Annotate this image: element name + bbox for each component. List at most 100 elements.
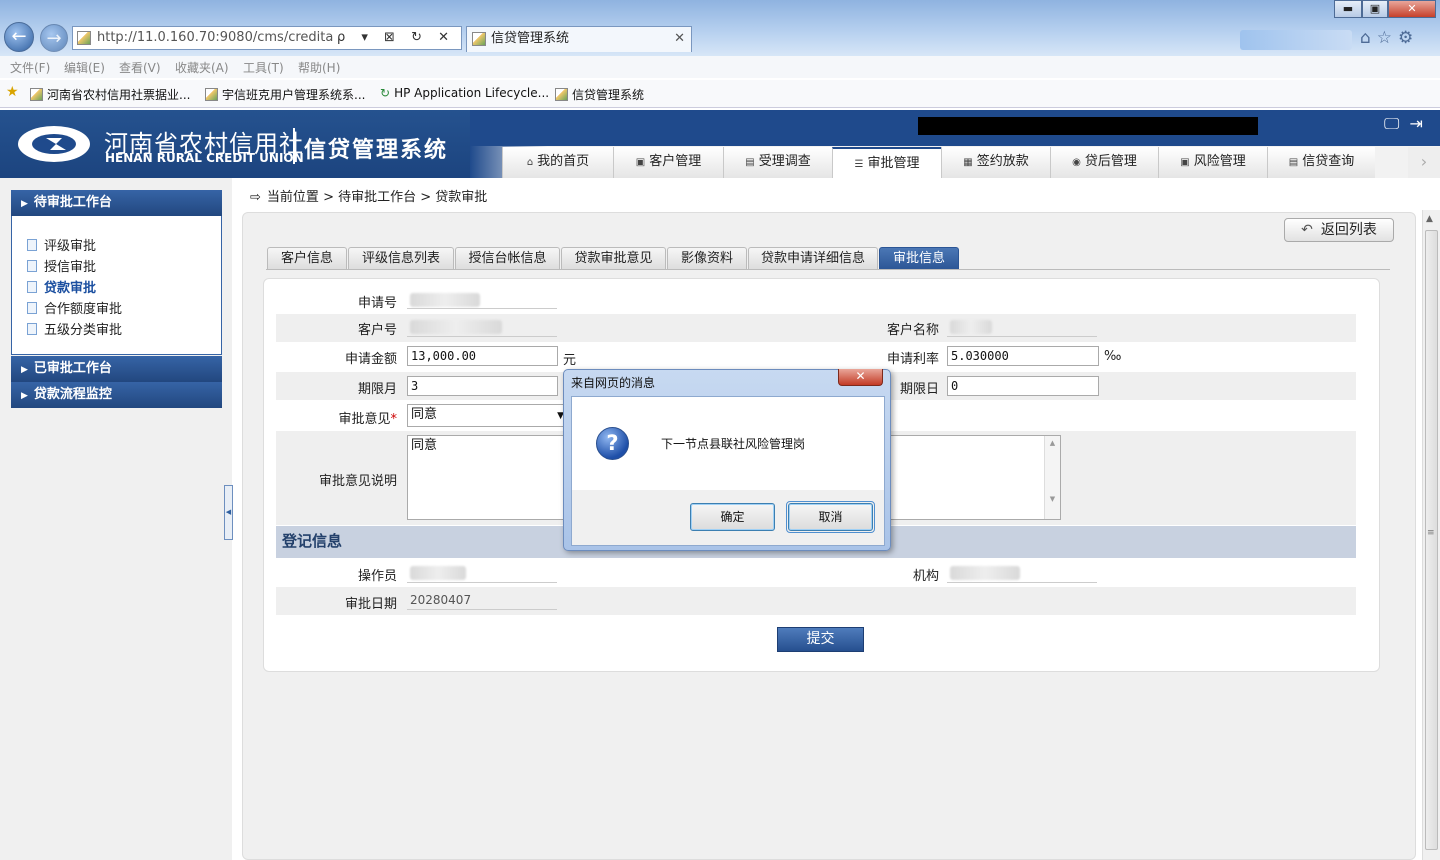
field-underline	[407, 336, 557, 337]
scroll-up-icon[interactable]: ▲	[1426, 214, 1433, 224]
menu-tools[interactable]: 工具(T)	[243, 59, 284, 76]
blurred-value	[410, 293, 480, 307]
browser-tab[interactable]: 信贷管理系统 ✕	[466, 26, 692, 52]
sidebar-group-label: 贷款流程监控	[33, 387, 112, 402]
gear-icon[interactable]: ⚙	[1398, 28, 1419, 48]
approval-date-value: 20280407	[410, 593, 472, 607]
sidebar-group-monitor[interactable]: ▶ 贷款流程监控	[11, 382, 222, 408]
rate-unit: ‰	[1104, 349, 1122, 364]
favorite-label: 河南省农村信用社票据业...	[47, 88, 191, 102]
amount-input[interactable]: 13,000.00	[407, 346, 558, 366]
textarea-scrollbar[interactable]: ▲ ▼	[1044, 436, 1060, 519]
scrollbar-thumb[interactable]	[1425, 230, 1438, 850]
back-to-list-button[interactable]: ↶ 返回列表	[1284, 218, 1394, 242]
sidebar-collapse-handle[interactable]: ◀	[224, 485, 233, 540]
sidebar-item-loan[interactable]: 贷款审批	[27, 277, 96, 296]
nav-risk[interactable]: ▣ 风险管理	[1158, 147, 1267, 178]
sidebar-item-rating[interactable]: 评级审批	[27, 235, 96, 254]
nav-label: 审批管理	[867, 156, 920, 171]
menu-favorites[interactable]: 收藏夹(A)	[175, 59, 229, 76]
sidebar-group-label: 待审批工作台	[33, 195, 112, 210]
redacted-bar	[918, 117, 1258, 135]
submit-button[interactable]: 提交	[777, 627, 864, 652]
forward-arrow-icon[interactable]: →	[40, 24, 68, 52]
term-month-input[interactable]: 3	[407, 376, 558, 396]
tab-credit-ledger[interactable]: 授信台帐信息	[455, 247, 560, 270]
rate-input[interactable]: 5.030000	[947, 346, 1099, 366]
sidebar-group-pending[interactable]: ▶ 待审批工作台	[11, 190, 222, 216]
term-month-label: 期限月	[357, 382, 397, 397]
browser-tool-icons[interactable]: ⌂☆⚙	[1360, 28, 1440, 50]
sidebar-item-label: 贷款审批	[44, 281, 97, 296]
tab-approval-info[interactable]: 审批信息	[879, 247, 959, 270]
favorites-star-icon[interactable]: ★	[6, 84, 19, 100]
term-day-input[interactable]: 0	[947, 376, 1099, 396]
home-icon[interactable]: ⌂	[1360, 28, 1377, 48]
dialog-close-button[interactable]: ✕	[838, 369, 883, 386]
query-icon: ▤	[1288, 157, 1299, 168]
address-controls[interactable]: ρ ▾ ⊠ ↻ ✕	[333, 27, 455, 49]
header-icons[interactable]: 🖵⇥	[1384, 114, 1433, 134]
favorite-link[interactable]: ↻ HP Application Lifecycle...	[380, 86, 549, 100]
logout-icon[interactable]: ⇥	[1409, 114, 1432, 133]
field-underline	[947, 582, 1097, 583]
window-close-button[interactable]: ✕	[1388, 0, 1436, 18]
sidebar-item-coop-limit[interactable]: 合作额度审批	[27, 298, 122, 317]
tab-rating-list[interactable]: 评级信息列表	[348, 247, 454, 270]
monitor-icon[interactable]: 🖵	[1384, 114, 1409, 133]
favorite-link[interactable]: 信贷管理系统	[555, 86, 644, 103]
nav-customer[interactable]: ▣ 客户管理	[613, 147, 723, 178]
sidebar-item-five-class[interactable]: 五级分类审批	[27, 319, 122, 338]
rate-label: 申请利率	[886, 352, 939, 367]
approval-date-label: 审批日期	[344, 597, 397, 612]
sidebar-group-approved[interactable]: ▶ 已审批工作台	[11, 356, 222, 382]
minimize-button[interactable]: ▬	[1334, 0, 1362, 18]
menu-file[interactable]: 文件(F)	[10, 59, 50, 76]
nav-label: 风险管理	[1193, 154, 1246, 169]
favorite-label: 宇信班克用户管理系统系...	[222, 88, 366, 102]
menu-edit[interactable]: 编辑(E)	[64, 59, 105, 76]
star-icon[interactable]: ☆	[1377, 28, 1398, 48]
page-scrollbar[interactable]: ▲ ≡	[1422, 210, 1440, 860]
page-icon	[30, 88, 43, 101]
nav-query[interactable]: ▤ 信贷查询	[1267, 147, 1375, 178]
menu-help[interactable]: 帮助(H)	[298, 59, 340, 76]
nav-contract[interactable]: ▦ 签约放款	[941, 147, 1050, 178]
nav-home[interactable]: ⌂ 我的首页	[502, 147, 613, 178]
org-label: 机构	[912, 569, 939, 584]
cancel-button[interactable]: 取消	[788, 503, 873, 531]
opinion-label: 审批意见*	[300, 408, 397, 427]
menu-view[interactable]: 查看(V)	[119, 59, 161, 76]
opinion-select[interactable]: 同意 ▼	[407, 404, 567, 427]
maximize-button[interactable]: ▣	[1362, 0, 1388, 18]
favorite-link[interactable]: 河南省农村信用社票据业...	[30, 86, 190, 103]
address-bar[interactable]: http://11.0.160.70:9080/cms/creditapp/cm…	[72, 26, 462, 50]
tab-loan-opinion[interactable]: 贷款审批意见	[561, 247, 666, 270]
tab-images[interactable]: 影像资料	[667, 247, 747, 270]
document-icon	[27, 302, 37, 314]
home-icon: ⌂	[526, 157, 534, 168]
logo-divider	[293, 128, 295, 164]
favorites-bar: ★ 河南省农村信用社票据业... 宇信班克用户管理系统系... ↻ HP Appl…	[0, 80, 1440, 108]
nav-scroll-right-icon[interactable]: ›	[1408, 147, 1440, 178]
back-arrow-icon[interactable]: ←	[4, 22, 34, 52]
nav-postloan[interactable]: ◉ 贷后管理	[1050, 147, 1158, 178]
application-no-label: 申请号	[357, 296, 397, 311]
amount-unit: 元	[563, 353, 577, 368]
nav-approval[interactable]: ☰ 审批管理	[832, 147, 941, 178]
ok-button[interactable]: 确定	[690, 503, 775, 531]
tab-close-icon[interactable]: ✕	[674, 27, 685, 51]
field-underline	[407, 582, 557, 583]
contract-icon: ▦	[963, 157, 973, 168]
operator-label: 操作员	[357, 569, 397, 584]
favorite-link[interactable]: 宇信班克用户管理系统系...	[205, 86, 365, 103]
nav-label: 签约放款	[976, 154, 1029, 169]
tab-customer-info[interactable]: 客户信息	[267, 247, 347, 270]
tab-loan-detail[interactable]: 贷款申请详细信息	[748, 247, 878, 270]
sidebar-item-credit[interactable]: 授信审批	[27, 256, 96, 275]
nav-investigation[interactable]: ▤ 受理调查	[723, 147, 832, 178]
breadcrumb: ⇨ 当前位置 > 待审批工作台 > 贷款审批	[250, 186, 487, 205]
document-icon	[27, 323, 37, 335]
opinion-label-text: 审批意见	[338, 412, 391, 427]
tab-page-icon	[472, 32, 486, 46]
